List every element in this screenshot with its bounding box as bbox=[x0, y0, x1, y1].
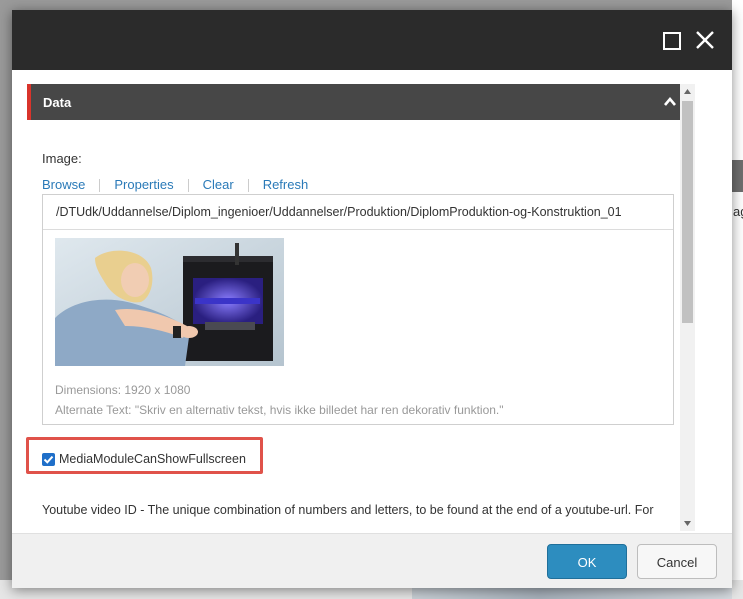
chevron-up-icon bbox=[664, 96, 676, 106]
browse-link[interactable]: Browse bbox=[42, 177, 85, 192]
maximize-button[interactable] bbox=[660, 29, 682, 51]
dialog-footer: OK Cancel bbox=[12, 533, 732, 588]
content-scrollbar[interactable] bbox=[680, 84, 695, 531]
image-path-row: /DTUdk/Uddannelse/Diplom_ingenioer/Uddan… bbox=[43, 195, 673, 230]
image-actions: Browse Properties Clear Refresh bbox=[42, 177, 309, 193]
image-path: /DTUdk/Uddannelse/Diplom_ingenioer/Uddan… bbox=[56, 205, 622, 219]
link-divider bbox=[247, 179, 249, 193]
image-alternate-text: Alternate Text: "Skriv en alternativ tek… bbox=[55, 403, 504, 417]
youtube-help-text: Youtube video ID - The unique combinatio… bbox=[42, 503, 654, 517]
image-field-label: Image: bbox=[42, 151, 82, 166]
fullscreen-checkbox-label[interactable]: MediaModuleCanShowFullscreen bbox=[59, 452, 246, 466]
properties-link[interactable]: Properties bbox=[114, 177, 173, 192]
checkmark-icon bbox=[43, 455, 54, 464]
dialog-titlebar bbox=[12, 10, 732, 70]
close-icon bbox=[696, 31, 714, 49]
dialog-content: Data Image: Browse Properties Clear Refresh… bbox=[12, 70, 732, 533]
background-panel bbox=[732, 0, 743, 599]
edit-dialog: Data Image: Browse Properties Clear Refresh… bbox=[12, 10, 732, 588]
background-strip bbox=[732, 160, 743, 192]
clear-link[interactable]: Clear bbox=[203, 177, 234, 192]
fullscreen-checkbox[interactable] bbox=[42, 453, 55, 466]
scroll-down-icon[interactable] bbox=[680, 516, 695, 531]
ok-button[interactable]: OK bbox=[547, 544, 627, 579]
scroll-up-icon[interactable] bbox=[680, 84, 695, 99]
cancel-button[interactable]: Cancel bbox=[637, 544, 717, 579]
background-partial-text: ag bbox=[733, 204, 743, 219]
section-header-data[interactable]: Data bbox=[27, 84, 693, 120]
link-divider bbox=[187, 179, 189, 193]
close-button[interactable] bbox=[694, 29, 716, 51]
scrollbar-thumb[interactable] bbox=[682, 101, 693, 323]
refresh-link[interactable]: Refresh bbox=[263, 177, 309, 192]
image-thumbnail[interactable] bbox=[55, 238, 284, 366]
link-divider bbox=[99, 179, 101, 193]
maximize-icon bbox=[663, 32, 681, 50]
image-field: /DTUdk/Uddannelse/Diplom_ingenioer/Uddan… bbox=[42, 194, 674, 425]
image-dimensions: Dimensions: 1920 x 1080 bbox=[55, 383, 191, 397]
section-title: Data bbox=[43, 95, 72, 110]
